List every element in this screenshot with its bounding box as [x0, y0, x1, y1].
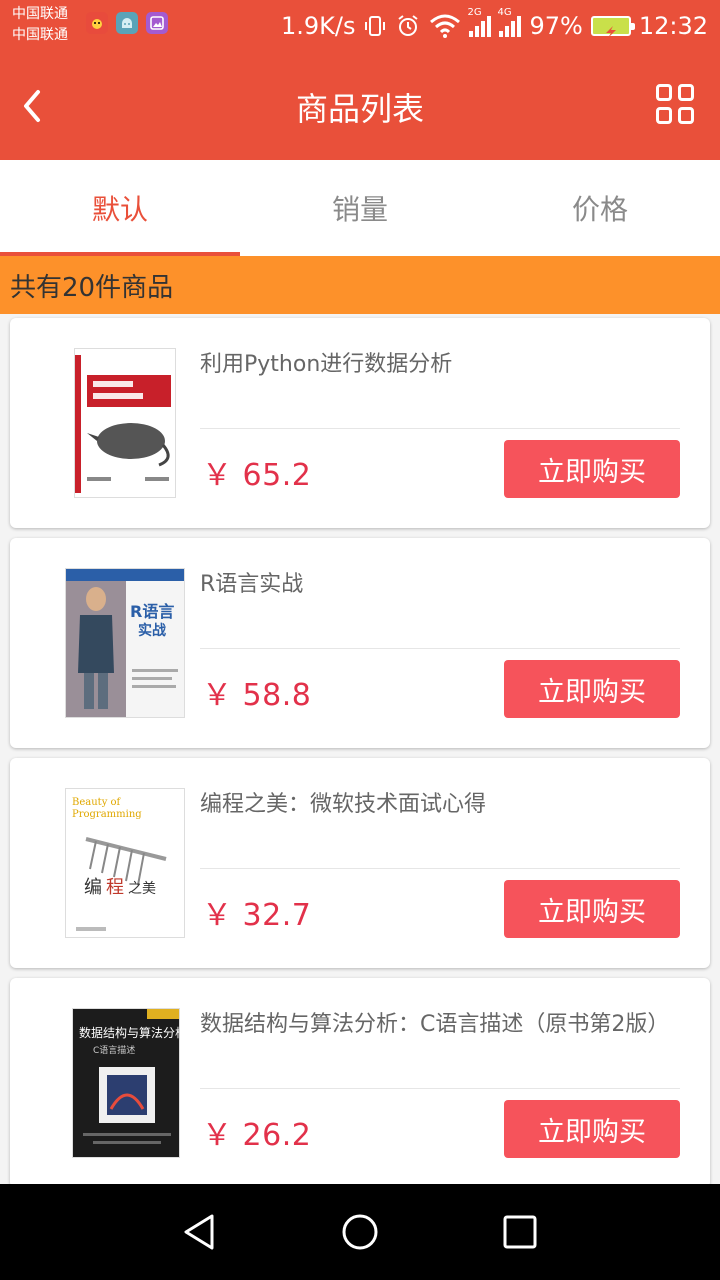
signal-2g-icon: 2G — [467, 7, 492, 37]
divider — [200, 648, 680, 649]
product-title[interactable]: 编程之美：微软技术面试心得 — [200, 790, 680, 820]
product-card[interactable]: 利用Python进行数据分析 ￥ 65.2 立即购买 — [10, 318, 710, 528]
gallery-icon — [146, 12, 168, 34]
alarm-icon — [398, 15, 419, 36]
product-card[interactable]: 数据结构与算法分析 C语言描述 数据结构与算法分析：C语言描述（原书第2版） ￥… — [10, 978, 710, 1184]
svg-text:实战: 实战 — [138, 622, 166, 639]
product-price: ￥ 58.8 — [202, 678, 312, 713]
tab-default[interactable]: 默认 — [0, 160, 240, 256]
divider — [200, 428, 680, 429]
wifi-icon — [430, 14, 461, 38]
svg-text:数据结构与算法分析: 数据结构与算法分析 — [79, 1025, 180, 1040]
nav-home-icon[interactable] — [340, 1212, 380, 1252]
battery-percent: 97% — [529, 12, 583, 40]
svg-text:编: 编 — [84, 877, 102, 898]
product-price: ￥ 26.2 — [202, 1118, 312, 1153]
svg-text:程: 程 — [106, 877, 124, 898]
app-notification-icon — [86, 12, 108, 34]
grid-view-button[interactable] — [656, 84, 696, 124]
product-title[interactable]: 利用Python进行数据分析 — [200, 350, 680, 380]
product-price: ￥ 65.2 — [202, 458, 312, 493]
product-card[interactable]: Beauty of Programming 编 程 之美 编程之美：微软技术面试… — [10, 758, 710, 968]
vibrate-icon — [365, 16, 386, 36]
signal-4g-icon: 4G — [497, 7, 522, 37]
buy-now-button[interactable]: 立即购买 — [504, 440, 680, 498]
book-cover-image: 数据结构与算法分析 C语言描述 — [72, 1008, 180, 1158]
network-speed: 1.9K/s — [280, 12, 356, 40]
status-indicators: 1.9K/s 2G 4G 97% 12:32 — [281, 0, 708, 52]
status-bar: 中国联通 中国联通 1.9K/s 2G 4G 97% 12:32 — [0, 0, 720, 52]
book-cover-image: Beauty of Programming 编 程 之美 — [65, 788, 185, 938]
carrier-2: 中国联通 — [12, 27, 68, 43]
divider — [200, 1088, 680, 1089]
product-title[interactable]: R语言实战 — [200, 570, 680, 600]
buy-now-button[interactable]: 立即购买 — [504, 660, 680, 718]
grid-view-icon — [656, 84, 672, 101]
svg-text:Programming: Programming — [72, 809, 142, 820]
nav-recents-icon[interactable] — [500, 1212, 540, 1252]
product-title[interactable]: 数据结构与算法分析：C语言描述（原书第2版） — [200, 1010, 680, 1040]
carrier-names: 中国联通 中国联通 — [12, 4, 68, 46]
grid-view-icon — [678, 84, 694, 101]
product-count-bar: 共有20件商品 — [0, 256, 720, 314]
sort-tabs: 默认 销量 价格 — [0, 160, 720, 256]
divider — [200, 868, 680, 869]
system-nav-bar — [0, 1184, 720, 1280]
svg-text:C语言描述: C语言描述 — [93, 1044, 135, 1056]
product-price: ￥ 32.7 — [202, 898, 312, 933]
tab-sales[interactable]: 销量 — [240, 160, 480, 256]
svg-text:R语言: R语言 — [130, 602, 174, 621]
page-title: 商品列表 — [295, 90, 424, 128]
nav-back-icon[interactable] — [180, 1212, 220, 1252]
product-card[interactable]: R语言 实战 R语言实战 ￥ 58.8 立即购买 — [10, 538, 710, 748]
notification-icons — [86, 12, 168, 34]
android-debug-icon — [116, 12, 138, 34]
svg-text:之美: 之美 — [128, 881, 156, 897]
carrier-1: 中国联通 — [12, 6, 68, 22]
grid-view-icon — [678, 107, 694, 124]
buy-now-button[interactable]: 立即购买 — [504, 1100, 680, 1158]
battery-icon — [590, 16, 635, 38]
book-cover-image — [74, 348, 176, 498]
buy-now-button[interactable]: 立即购买 — [504, 880, 680, 938]
tab-price[interactable]: 价格 — [480, 160, 720, 256]
app-bar: 商品列表 — [0, 52, 720, 160]
book-cover-image: R语言 实战 — [65, 568, 185, 718]
product-list[interactable]: 利用Python进行数据分析 ￥ 65.2 立即购买 R语言 实战 R语言实战 — [0, 314, 720, 1184]
grid-view-icon — [656, 107, 672, 124]
svg-text:Beauty of: Beauty of — [72, 797, 122, 808]
clock: 12:32 — [638, 12, 708, 40]
